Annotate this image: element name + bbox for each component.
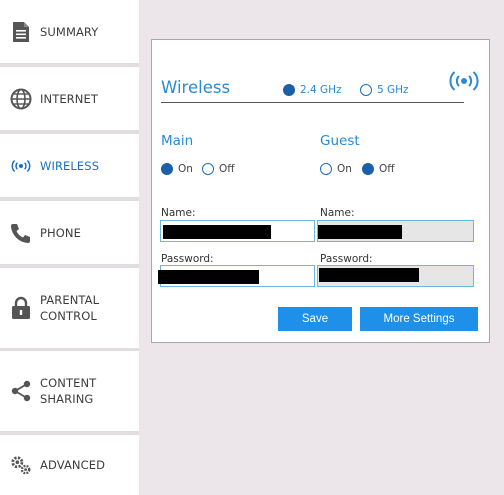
- sidebar-item-advanced[interactable]: ADVANCED: [0, 435, 139, 495]
- wifi-signal-icon: [448, 70, 480, 96]
- page-title: Wireless: [161, 78, 231, 97]
- main-on-label: On: [178, 163, 193, 175]
- guest-on-label: On: [337, 163, 352, 175]
- band-5ghz-radio[interactable]: 5 GHz: [360, 84, 409, 96]
- guest-password-label: Password:: [320, 253, 373, 265]
- redacted-value: [319, 268, 419, 282]
- share-icon: [10, 380, 32, 402]
- guest-off-radio[interactable]: Off: [362, 163, 395, 175]
- main-on-radio[interactable]: On: [161, 163, 193, 175]
- radio-unselected-icon: [320, 163, 332, 175]
- main-name-label: Name:: [161, 207, 196, 219]
- sidebar-item-summary[interactable]: SUMMARY: [0, 0, 139, 63]
- radio-unselected-icon: [202, 163, 214, 175]
- globe-icon: [10, 88, 32, 110]
- main-off-radio[interactable]: Off: [202, 163, 235, 175]
- sidebar-item-label: INTERNET: [40, 91, 98, 106]
- sidebar-item-label: CONTENT SHARING: [40, 376, 97, 406]
- main-network-heading: Main: [161, 133, 194, 149]
- more-settings-button[interactable]: More Settings: [360, 307, 478, 331]
- lock-icon: [10, 296, 32, 319]
- guest-network-heading: Guest: [320, 133, 360, 149]
- sidebar-item-content-sharing[interactable]: CONTENT SHARING: [0, 351, 139, 431]
- gears-icon: [10, 454, 32, 476]
- sidebar-item-label: WIRELESS: [40, 158, 100, 173]
- main-off-label: Off: [219, 163, 235, 175]
- band-5ghz-label: 5 GHz: [377, 84, 409, 96]
- wifi-signal-icon: [10, 155, 32, 177]
- phone-icon: [10, 222, 32, 244]
- redacted-value: [163, 225, 271, 239]
- redacted-value: [318, 225, 402, 239]
- band-2-4ghz-label: 2.4 GHz: [300, 84, 342, 96]
- sidebar-item-label: ADVANCED: [40, 458, 106, 472]
- sidebar-item-label: PHONE: [40, 225, 82, 240]
- redacted-value: [158, 270, 259, 284]
- sidebar-item-label: PARENTAL CONTROL: [40, 293, 100, 323]
- radio-selected-icon: [362, 163, 374, 175]
- radio-unselected-icon: [360, 84, 372, 96]
- radio-selected-icon: [283, 84, 295, 96]
- guest-off-label: Off: [379, 163, 395, 175]
- sidebar: SUMMARY INTERNET WIRELESS PHONE PARENTAL…: [0, 0, 139, 495]
- wireless-panel: Wireless 2.4 GHz 5 GHz Main On Off Name:…: [151, 39, 490, 343]
- sidebar-item-phone[interactable]: PHONE: [0, 201, 139, 264]
- radio-selected-icon: [161, 163, 173, 175]
- guest-name-label: Name:: [320, 207, 355, 219]
- sidebar-item-parental-control[interactable]: PARENTAL CONTROL: [0, 268, 139, 348]
- save-button[interactable]: Save: [278, 307, 352, 331]
- sidebar-item-wireless[interactable]: WIRELESS: [0, 134, 139, 197]
- document-icon: [10, 21, 32, 43]
- sidebar-item-internet[interactable]: INTERNET: [0, 67, 139, 130]
- title-divider: [161, 102, 464, 103]
- main-password-label: Password:: [161, 253, 214, 265]
- sidebar-item-label: SUMMARY: [40, 24, 99, 39]
- guest-on-radio[interactable]: On: [320, 163, 352, 175]
- band-2-4ghz-radio[interactable]: 2.4 GHz: [283, 84, 342, 96]
